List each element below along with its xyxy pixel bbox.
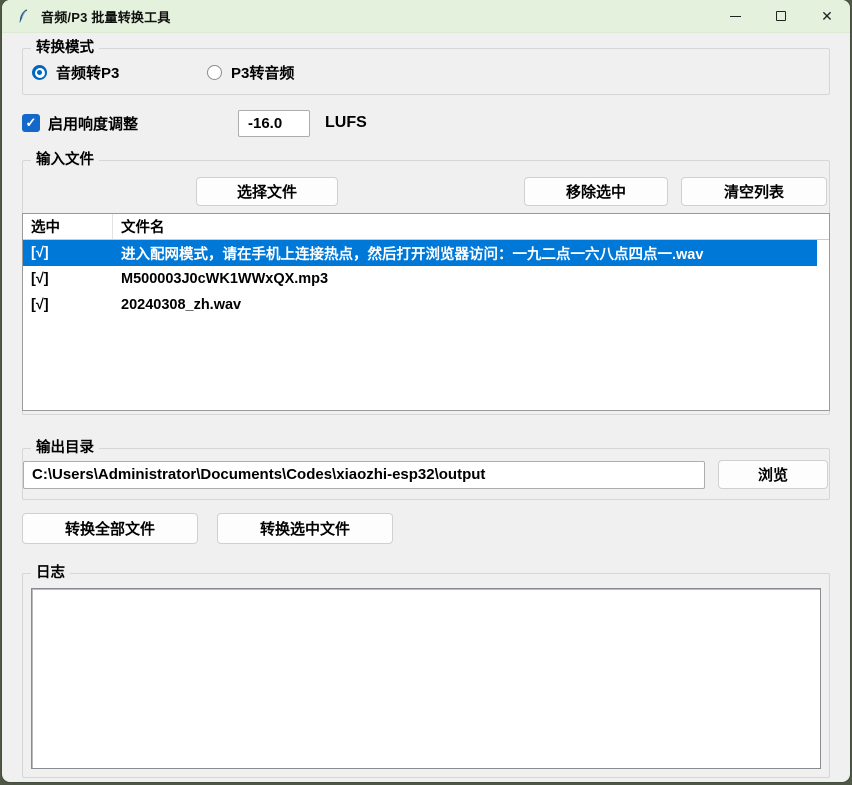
conversion-mode-options: 音频转P3 P3转音频 [32,62,829,83]
radio-audio-to-p3-label: 音频转P3 [56,62,119,83]
log-label: 日志 [31,564,70,583]
row-filename-cell: 进入配网模式，请在手机上连接热点，然后打开浏览器访问：一九二点一六八点四点一.w… [113,243,817,264]
radio-unselected-icon [207,65,222,80]
radio-p3-to-audio[interactable]: P3转音频 [207,62,294,83]
lufs-unit-label: LUFS [325,114,367,132]
row-filename-cell: 20240308_zh.wav [113,297,829,313]
output-path-input[interactable] [23,461,705,489]
minimize-button[interactable] [712,0,758,32]
close-icon: ✕ [821,9,833,23]
file-list-table: 选中 文件名 [√] 进入配网模式，请在手机上连接热点，然后打开浏览器访问：一九… [22,213,830,411]
output-directory-group: 输出目录 浏览 [22,448,830,500]
row-checked-cell: [√] [23,245,113,261]
loudness-row: ✓ 启用响度调整 LUFS [22,108,830,138]
loudness-checkbox-label: 启用响度调整 [48,113,212,134]
app-window: 音频/P3 批量转换工具 ✕ 转换模式 音频转P3 P3转音频 [2,0,850,782]
log-textarea[interactable] [31,588,821,769]
title-bar[interactable]: 音频/P3 批量转换工具 ✕ [2,0,850,33]
lufs-value-input[interactable] [238,110,310,137]
clear-list-button[interactable]: 清空列表 [681,177,827,206]
window-controls: ✕ [712,0,850,32]
row-checked-cell: [√] [23,297,113,313]
row-checked-cell: [√] [23,271,113,287]
convert-all-button[interactable]: 转换全部文件 [22,513,198,544]
output-directory-label: 输出目录 [31,439,99,458]
radio-selected-icon [32,65,47,80]
file-buttons-row: 选择文件 移除选中 清空列表 [23,177,829,206]
conversion-mode-group: 转换模式 音频转P3 P3转音频 [22,48,830,95]
row-filename-cell: M500003J0cWK1WWxQX.mp3 [113,271,829,287]
input-files-group: 输入文件 选择文件 移除选中 清空列表 选中 文件名 [√] 进入配网模式，请在… [22,160,830,415]
table-row[interactable]: [√] 进入配网模式，请在手机上连接热点，然后打开浏览器访问：一九二点一六八点四… [23,240,829,266]
maximize-icon [776,11,786,21]
table-row[interactable]: [√] M500003J0cWK1WWxQX.mp3 [23,266,829,292]
conversion-mode-label: 转换模式 [31,39,99,58]
table-row[interactable]: [√] 20240308_zh.wav [23,292,829,318]
input-files-label: 输入文件 [31,151,99,170]
checkmark-icon: ✓ [26,115,37,131]
window-title: 音频/P3 批量转换工具 [41,7,171,26]
output-row: 浏览 [23,460,829,489]
convert-selected-button[interactable]: 转换选中文件 [217,513,393,544]
maximize-button[interactable] [758,0,804,32]
convert-actions-row: 转换全部文件 转换选中文件 [22,513,830,544]
column-header-checked[interactable]: 选中 [23,214,113,239]
radio-p3-to-audio-label: P3转音频 [231,62,294,83]
browse-button[interactable]: 浏览 [718,460,828,489]
log-group: 日志 [22,573,830,778]
radio-audio-to-p3[interactable]: 音频转P3 [32,62,207,83]
close-button[interactable]: ✕ [804,0,850,32]
minimize-icon [730,16,741,17]
file-list-header: 选中 文件名 [23,214,829,240]
select-files-button[interactable]: 选择文件 [196,177,338,206]
column-header-filename[interactable]: 文件名 [113,216,829,237]
remove-selected-button[interactable]: 移除选中 [524,177,668,206]
loudness-checkbox[interactable]: ✓ [22,114,40,132]
app-feather-icon [16,8,31,24]
